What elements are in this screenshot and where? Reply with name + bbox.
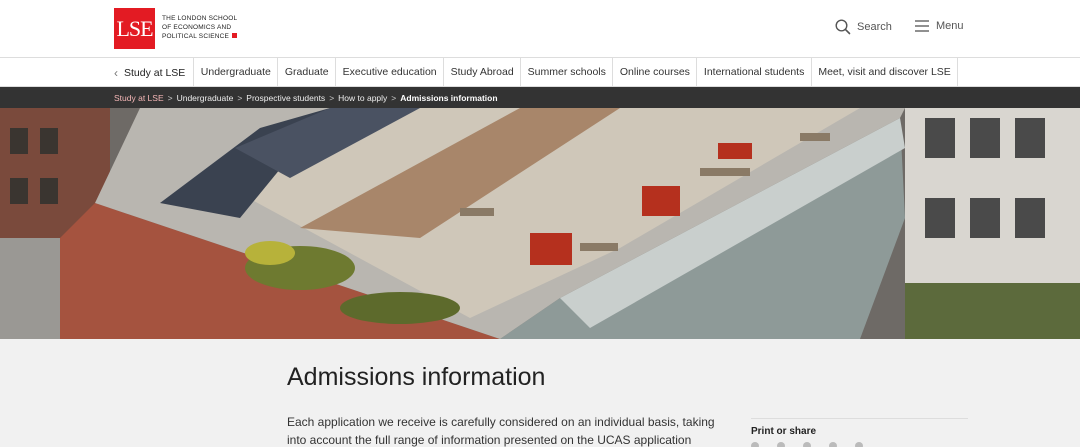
hamburger-icon <box>915 20 929 32</box>
nav-back-study-at-lse[interactable]: ‹ Study at LSE <box>114 58 195 87</box>
logo-square-icon <box>232 33 238 38</box>
logo-mark: LSE <box>114 8 155 49</box>
print-or-share-label: Print or share <box>751 426 817 437</box>
menu-button[interactable]: Menu <box>914 19 964 33</box>
nav-item-executive-education[interactable]: Executive education <box>336 58 445 87</box>
nav-item-summer-schools[interactable]: Summer schools <box>521 58 614 87</box>
breadcrumb-current: Admissions information <box>400 92 498 103</box>
breadcrumb-undergraduate[interactable]: Undergraduate <box>177 93 234 103</box>
nav-item-study-abroad[interactable]: Study Abroad <box>444 58 522 87</box>
search-label: Search <box>857 21 892 33</box>
nav-item-online-courses[interactable]: Online courses <box>613 58 698 87</box>
breadcrumb-separator: > <box>167 92 173 103</box>
print-icon[interactable] <box>751 442 759 447</box>
breadcrumb-study-at-lse[interactable]: Study at LSE <box>114 93 164 103</box>
logo-line-1: THE LONDON SCHOOL <box>162 15 238 22</box>
logo-line-2: OF ECONOMICS AND <box>162 24 232 31</box>
search-button[interactable]: Search <box>835 19 892 35</box>
logo-wordmark: THE LONDON SCHOOL OF ECONOMICS AND POLIT… <box>162 14 238 41</box>
nav-item-meet-visit-discover[interactable]: Meet, visit and discover LSE <box>812 58 959 87</box>
nav-item-graduate[interactable]: Graduate <box>278 58 337 87</box>
breadcrumb-separator: > <box>237 92 243 103</box>
rooftop-terrace-illustration <box>0 108 1080 339</box>
hero-image <box>0 108 1080 339</box>
intro-paragraph: Each application we receive is carefully… <box>287 415 715 447</box>
share-icon[interactable] <box>829 442 837 447</box>
logo-line-3: POLITICAL SCIENCE <box>162 33 230 40</box>
nav-item-undergraduate[interactable]: Undergraduate <box>194 58 279 87</box>
nav-item-international-students[interactable]: International students <box>697 58 812 87</box>
nav-back-label: Study at LSE <box>124 66 186 79</box>
main-content: Admissions information Each application … <box>0 339 1080 447</box>
menu-label: Menu <box>936 20 964 32</box>
breadcrumb-separator: > <box>391 92 397 103</box>
search-icon <box>835 19 851 35</box>
breadcrumb-separator: > <box>329 92 335 103</box>
breadcrumb: Study at LSE > Undergraduate > Prospecti… <box>0 87 1080 108</box>
chevron-left-icon: ‹ <box>114 65 118 80</box>
share-icon[interactable] <box>777 442 785 447</box>
divider <box>751 418 968 419</box>
section-nav: ‹ Study at LSE Undergraduate Graduate Ex… <box>0 58 1080 87</box>
lse-logo[interactable]: LSE THE LONDON SCHOOL OF ECONOMICS AND P… <box>114 8 238 49</box>
logo-line-3-wrap: POLITICAL SCIENCE <box>162 32 238 41</box>
site-header: LSE THE LONDON SCHOOL OF ECONOMICS AND P… <box>0 0 1080 58</box>
share-icon[interactable] <box>803 442 811 447</box>
share-icons <box>751 442 863 447</box>
breadcrumb-how-to-apply[interactable]: How to apply <box>338 93 387 103</box>
page-title: Admissions information <box>287 363 546 391</box>
share-icon[interactable] <box>855 442 863 447</box>
breadcrumb-prospective-students[interactable]: Prospective students <box>246 93 325 103</box>
